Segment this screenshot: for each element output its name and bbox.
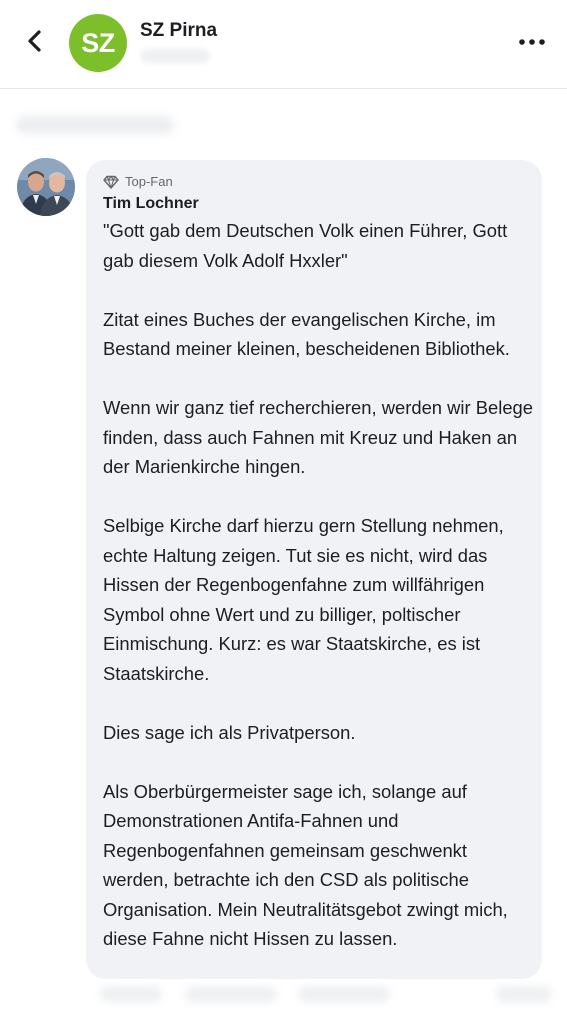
chevron-left-icon bbox=[28, 30, 41, 52]
top-fan-badge: Top-Fan bbox=[103, 174, 173, 189]
blurred-subtitle bbox=[140, 49, 210, 63]
page-logo[interactable]: SZ bbox=[69, 14, 127, 72]
back-button[interactable] bbox=[18, 24, 52, 58]
page-title[interactable]: SZ Pirna bbox=[140, 20, 217, 42]
badge-label: Top-Fan bbox=[125, 174, 173, 189]
blurred-reactions[interactable] bbox=[496, 986, 552, 1002]
diamond-icon bbox=[103, 175, 119, 189]
blurred-sort-filter[interactable] bbox=[16, 116, 174, 134]
comment-paragraph: Als Oberbürgermeister sage ich, solange … bbox=[103, 780, 508, 950]
comment-paragraph: Dies sage ich als Privatperson. bbox=[103, 721, 356, 743]
more-horizontal-icon bbox=[519, 39, 545, 45]
comment-author[interactable]: Tim Lochner bbox=[103, 195, 199, 213]
comment-text: "Gott gab dem Deutschen Volk einen Führe… bbox=[103, 216, 535, 954]
blurred-timestamp bbox=[100, 986, 162, 1002]
logo-text: SZ bbox=[81, 27, 115, 58]
blurred-like-action[interactable] bbox=[185, 986, 277, 1002]
comment-paragraph: Selbige Kirche darf hierzu gern Stellung… bbox=[103, 515, 504, 684]
comment-paragraph: Zitat eines Buches der evangelischen Kir… bbox=[103, 308, 510, 360]
profile-photo bbox=[17, 158, 75, 216]
commenter-avatar[interactable] bbox=[17, 158, 75, 216]
blurred-reply-action[interactable] bbox=[298, 986, 390, 1002]
comment-paragraph: "Gott gab dem Deutschen Volk einen Führe… bbox=[103, 220, 508, 271]
comment-paragraph: Wenn wir ganz tief recherchieren, werden… bbox=[103, 397, 534, 477]
more-options-button[interactable] bbox=[515, 30, 549, 54]
page-header: SZ SZ Pirna bbox=[0, 0, 567, 89]
